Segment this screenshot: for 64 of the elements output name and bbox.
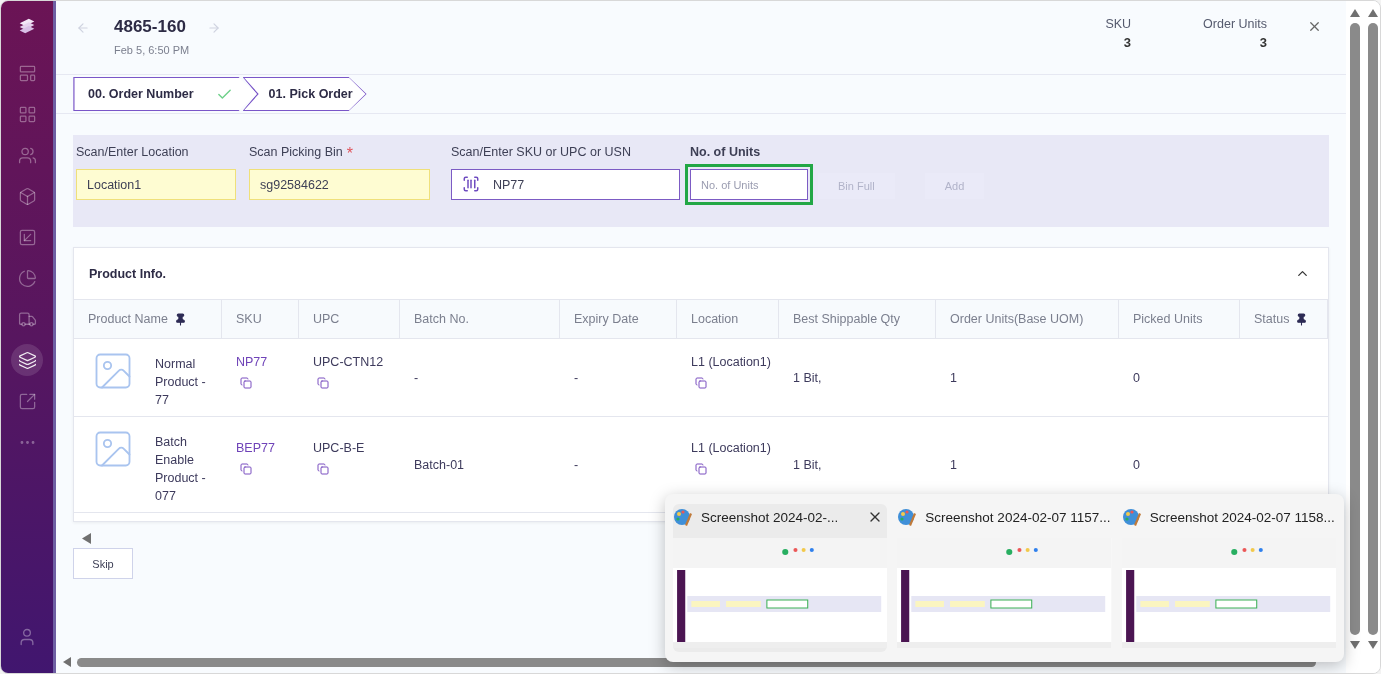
window-title: Screenshot 2024-02-07 1158... — [1149, 509, 1335, 525]
table-cell-text: UPC-B-E — [313, 441, 366, 455]
stat-value: 3 — [1123, 35, 1132, 50]
column-header: UPC — [299, 300, 400, 339]
table-cell-text: L1 (Location1) — [691, 355, 772, 369]
table-cell-text: - — [414, 370, 420, 385]
card-title: Product Info. — [89, 266, 167, 281]
layers-icon[interactable] — [11, 344, 43, 376]
stat-label: Order Units — [1203, 17, 1267, 31]
table-cell-text: Batch-01 — [414, 457, 466, 472]
column-header: Order Units(Base UOM) — [936, 300, 1119, 339]
vertical-scrollbar[interactable] — [1368, 23, 1378, 635]
window-title: Screenshot 2024-02-... — [701, 509, 839, 525]
input-field[interactable]: sg92584622 — [249, 169, 430, 200]
table-cell-text: - — [574, 457, 580, 472]
table-cell-text: 1 Bit, — [793, 370, 823, 385]
table-cell-text: L1 (Location1) — [691, 441, 772, 455]
product-name: Batch Enable Product - 077 — [155, 434, 207, 505]
window-preview[interactable]: Screenshot 2024-02-07 1158... — [1121, 504, 1336, 652]
barcode-scan-icon[interactable] — [462, 175, 480, 193]
table-cell-text: 1 — [950, 370, 958, 385]
product-name: Normal Product - 77 — [155, 356, 207, 409]
paint-palette-icon — [897, 507, 918, 527]
table-cell-text: 0 — [1133, 370, 1141, 385]
table-cell-text: UPC-CTN12 — [313, 355, 385, 369]
paint-palette-icon — [1121, 507, 1142, 527]
column-header: Expiry Date — [560, 300, 677, 339]
required-mark: * — [346, 145, 354, 161]
window-preview[interactable]: Screenshot 2024-02-... — [673, 504, 888, 652]
skip-button[interactable]: Skip — [73, 548, 133, 579]
window-preview[interactable]: Screenshot 2024-02-07 1157... — [897, 504, 1112, 652]
table-cell-text: 1 — [950, 457, 958, 472]
field-label: Scan/Enter Location — [76, 145, 189, 161]
column-header: Location — [677, 300, 779, 339]
close-button[interactable] — [1307, 19, 1322, 34]
order-title: 4865-160 — [114, 17, 187, 37]
step-tab[interactable]: 00. Order Number — [73, 77, 257, 111]
sku-link[interactable]: NP77 — [236, 355, 299, 369]
stat-value: 3 — [1259, 35, 1267, 50]
column-header: Picked Units — [1119, 300, 1240, 339]
sku-link[interactable]: BEP77 — [236, 441, 299, 455]
input-field[interactable]: No. of Units — [690, 169, 808, 200]
input-field[interactable]: Location1 — [76, 169, 236, 200]
column-header: SKU — [222, 300, 299, 339]
column-header: Best Shippable Qty — [779, 300, 936, 339]
field-label: No. of Units — [690, 145, 761, 161]
vertical-scrollbar[interactable] — [1350, 23, 1360, 635]
column-header: Status — [1240, 300, 1328, 339]
table-cell-text: 0 — [1133, 457, 1141, 472]
table-cell-text: 1 Bit, — [793, 457, 823, 472]
stat-label: SKU — [1105, 17, 1132, 31]
forward-arrow-icon[interactable] — [207, 21, 222, 35]
order-date: Feb 5, 6:50 PM — [114, 44, 190, 56]
column-header: Product Name — [74, 300, 222, 339]
input-field[interactable]: NP77 — [451, 169, 680, 200]
scroll-left-icon[interactable] — [63, 657, 71, 667]
scroll-left-icon[interactable] — [82, 533, 91, 544]
window-title: Screenshot 2024-02-07 1157... — [925, 509, 1111, 525]
column-header: Batch No. — [400, 300, 560, 339]
paint-palette-icon — [673, 507, 693, 527]
field-label: Scan/Enter SKU or UPC or USN — [451, 145, 631, 161]
step-tab[interactable]: 01. Pick Order — [242, 77, 367, 111]
field-label: Scan Picking Bin — [249, 145, 343, 161]
table-cell-text: - — [574, 370, 580, 385]
